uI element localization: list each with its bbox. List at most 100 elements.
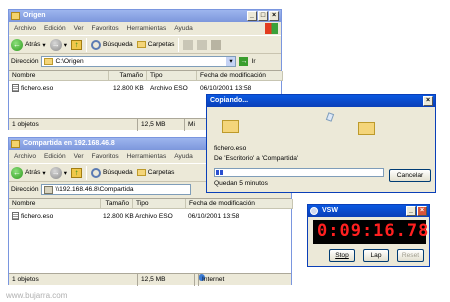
go-arrow-icon[interactable]: → bbox=[239, 57, 249, 66]
minimize-button[interactable]: _ bbox=[406, 206, 416, 216]
forward-button[interactable]: → ▾ bbox=[49, 38, 68, 51]
file-icon bbox=[12, 212, 19, 221]
forward-button[interactable]: → ▾ bbox=[49, 166, 68, 179]
folder-icon bbox=[11, 12, 20, 20]
search-icon bbox=[91, 39, 102, 50]
destination-folder-icon bbox=[358, 122, 375, 135]
menu-ayuda[interactable]: Ayuda bbox=[174, 23, 193, 34]
status-zone: Mi bbox=[184, 119, 195, 131]
address-field[interactable]: \\192.168.46.8\Compartida bbox=[41, 184, 192, 195]
flying-paper-icon bbox=[325, 112, 335, 122]
menu-bar: Archivo Edición Ver Favoritos Herramient… bbox=[9, 23, 281, 34]
menu-herramientas[interactable]: Herramientas bbox=[127, 151, 167, 162]
window-titlebar[interactable]: Origen _ □ × bbox=[9, 10, 281, 22]
go-label[interactable]: Ir bbox=[251, 58, 255, 65]
folder-up-icon[interactable]: ↑ bbox=[71, 39, 83, 50]
stopwatch-titlebar[interactable]: VSW _ × bbox=[308, 205, 429, 217]
folders-icon bbox=[136, 169, 146, 176]
status-zone: Internet bbox=[194, 274, 293, 286]
menu-archivo[interactable]: Archivo bbox=[14, 23, 36, 34]
address-bar: Dirección C:\Origen ▾ → Ir bbox=[9, 55, 281, 68]
folders-label: Carpetas bbox=[147, 41, 175, 48]
folder-icon bbox=[11, 140, 20, 148]
address-label: Dirección bbox=[11, 58, 39, 65]
window-title: Compartida en 192.168.46.8 bbox=[23, 140, 115, 147]
menu-favoritos[interactable]: Favoritos bbox=[92, 151, 119, 162]
copy-to-icon[interactable] bbox=[197, 39, 208, 50]
file-name: fichero.eso bbox=[21, 85, 54, 92]
lap-button[interactable]: Lap bbox=[363, 249, 389, 262]
toolbar-separator bbox=[86, 37, 88, 52]
back-button[interactable]: ← Atrás ▾ bbox=[11, 38, 46, 51]
menu-edicion[interactable]: Edición bbox=[44, 23, 66, 34]
column-header-date[interactable]: Fecha de modificación bbox=[197, 71, 283, 81]
arrow-left-icon: ← bbox=[11, 166, 23, 179]
search-button[interactable]: Búsqueda bbox=[91, 167, 133, 178]
address-value: C:\Origen bbox=[55, 58, 84, 65]
column-header-name[interactable]: Nombre bbox=[9, 199, 101, 209]
folders-icon bbox=[136, 41, 146, 48]
menu-favoritos[interactable]: Favoritos bbox=[92, 23, 119, 34]
stopwatch-display: 0:09:16.78 bbox=[313, 220, 428, 244]
close-button[interactable]: × bbox=[269, 11, 279, 21]
folders-label: Carpetas bbox=[147, 169, 175, 176]
address-field[interactable]: C:\Origen ▾ bbox=[41, 56, 237, 67]
file-size: 12.800 KB bbox=[103, 213, 134, 220]
reset-button[interactable]: Reset bbox=[397, 249, 424, 262]
search-label: Búsqueda bbox=[103, 169, 133, 176]
copy-animation bbox=[217, 111, 382, 139]
back-button[interactable]: ← Atrás ▾ bbox=[11, 166, 46, 179]
dialog-title: Copiando... bbox=[210, 97, 249, 104]
folder-up-icon[interactable]: ↑ bbox=[71, 167, 83, 178]
cancel-button[interactable]: Cancelar bbox=[389, 169, 431, 182]
arrow-right-icon: → bbox=[49, 38, 62, 51]
menu-ver[interactable]: Ver bbox=[74, 151, 84, 162]
status-objects: 1 objetos bbox=[12, 121, 39, 128]
menu-herramientas[interactable]: Herramientas bbox=[127, 23, 167, 34]
maximize-button[interactable]: □ bbox=[258, 11, 268, 21]
search-button[interactable]: Búsqueda bbox=[91, 39, 133, 50]
column-header-type[interactable]: Tipo bbox=[147, 71, 197, 81]
search-icon bbox=[91, 167, 102, 178]
stopwatch-icon bbox=[310, 207, 318, 215]
chevron-down-icon[interactable]: ▾ bbox=[226, 57, 236, 66]
close-button[interactable]: × bbox=[417, 206, 427, 216]
dialog-titlebar[interactable]: Copiando... × bbox=[207, 95, 435, 107]
file-list: Nombre Tamaño Tipo Fecha de modificación… bbox=[9, 198, 293, 273]
chevron-down-icon: ▾ bbox=[63, 169, 68, 177]
file-icon bbox=[12, 84, 19, 93]
window-title: Origen bbox=[23, 12, 46, 19]
menu-archivo[interactable]: Archivo bbox=[14, 151, 36, 162]
back-label: Atrás bbox=[25, 41, 41, 48]
back-label: Atrás bbox=[25, 169, 41, 176]
column-header-name[interactable]: Nombre bbox=[9, 71, 109, 81]
chevron-down-icon: ▾ bbox=[63, 41, 68, 49]
folders-button[interactable]: Carpetas bbox=[136, 41, 175, 48]
chevron-down-icon: ▾ bbox=[42, 41, 46, 49]
column-header-size[interactable]: Tamaño bbox=[101, 199, 133, 209]
folders-button[interactable]: Carpetas bbox=[136, 169, 175, 176]
menu-edicion[interactable]: Edición bbox=[44, 151, 66, 162]
status-objects: 1 objetos bbox=[12, 276, 39, 283]
views-icon[interactable] bbox=[211, 39, 222, 50]
file-date: 06/10/2001 13:58 bbox=[200, 85, 252, 92]
stopwatch-title: VSW bbox=[322, 207, 338, 214]
folder-icon bbox=[44, 58, 54, 65]
column-header-size[interactable]: Tamaño bbox=[109, 71, 147, 81]
minimize-button[interactable]: _ bbox=[247, 11, 257, 21]
menu-ver[interactable]: Ver bbox=[74, 23, 84, 34]
progress-fill bbox=[216, 170, 225, 175]
file-type: Archivo ESO bbox=[150, 85, 188, 92]
menu-ayuda[interactable]: Ayuda bbox=[174, 151, 193, 162]
stop-button[interactable]: Stop bbox=[329, 249, 355, 262]
copy-progress-dialog: Copiando... × fichero.eso De 'Escritorio… bbox=[206, 94, 436, 193]
toolbar-separator bbox=[178, 37, 180, 52]
close-button[interactable]: × bbox=[423, 96, 433, 106]
move-to-icon[interactable] bbox=[183, 39, 194, 50]
column-header-type[interactable]: Tipo bbox=[133, 199, 186, 209]
file-type: Archivo ESO bbox=[135, 213, 173, 220]
copy-progress-bar bbox=[214, 168, 384, 177]
column-header-date[interactable]: Fecha de modificación bbox=[186, 199, 293, 209]
file-name: fichero.eso bbox=[21, 213, 54, 220]
toolbar-separator bbox=[86, 165, 88, 180]
